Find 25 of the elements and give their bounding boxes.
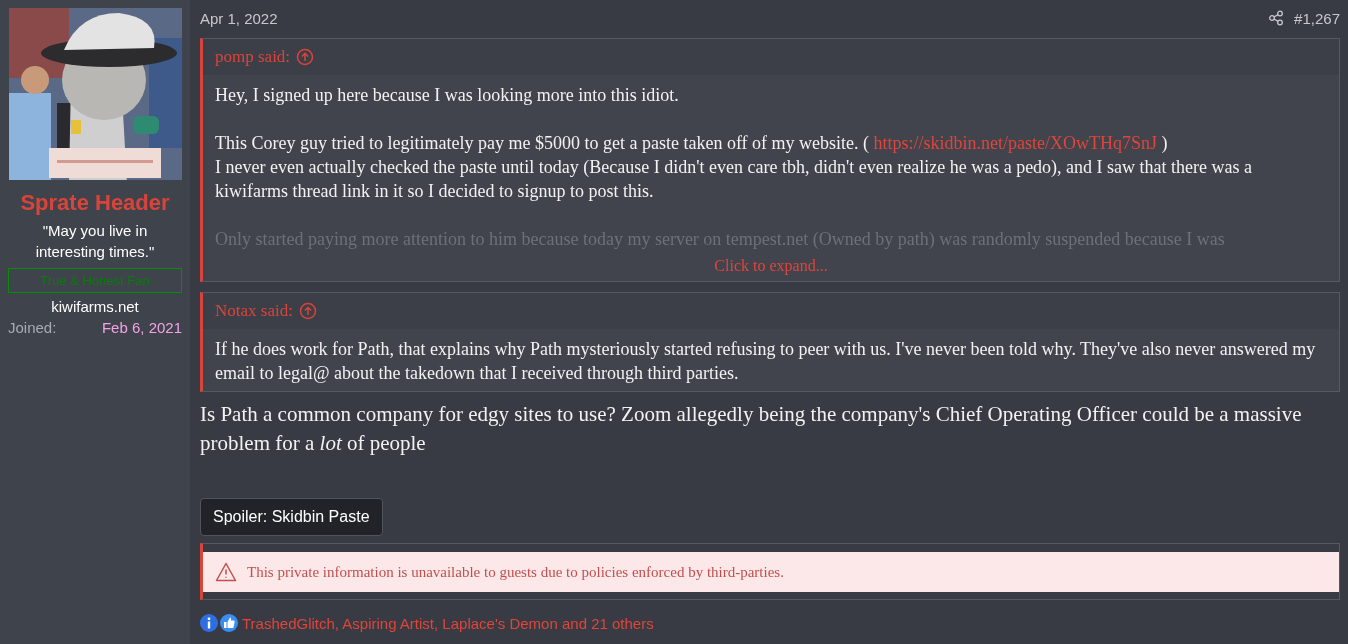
post-date[interactable]: Apr 1, 2022 (200, 9, 278, 27)
quote-text: If he does work for Path, that explains why Path mysteriously started refusing to peer with us. I've never been told why. They've also never answered my email to legal@ about the takedown that I received through third parties. (215, 338, 1317, 385)
arrow-up-icon[interactable] (296, 48, 315, 66)
username[interactable]: Sprate Header (20, 190, 170, 216)
quote-text: Hey, I signed up here because I was looking more into this idiot. (215, 84, 680, 107)
expand-link[interactable]: Click to expand... (714, 257, 828, 274)
user-title: "May you live in interesting times." (34, 221, 156, 262)
user-site: kiwifarms.net (51, 298, 139, 315)
info-icon (200, 614, 218, 632)
spoiler-button[interactable]: Spoiler: Skidbin Paste (200, 498, 383, 536)
quote-text: This Corey guy tried to legitimately pay me $5000 to get a paste taken off of my website. ( https://skidbin.net/paste/XOwTHq7SnJ ) I never even actually checked the paste until today (Because I didn't even care tbh, didn't even realize he was a pedo), and I saw that there was a kiwifarms thread link in it so I decided to signup to post this. (215, 132, 1254, 203)
reactions-link[interactable]: TrashedGlitch, Aspiring Artist, Laplace's Demon and 21 others (242, 614, 654, 632)
share-icon[interactable] (1268, 10, 1285, 26)
joined-date: Feb 6, 2021 (101, 319, 182, 336)
user-banner: True & Honest Fan (8, 268, 182, 293)
link[interactable]: https://skidbin.net/paste/XOwTHq7SnJ (873, 133, 1157, 153)
warning-icon (215, 562, 237, 582)
thumbs-up-icon (220, 614, 238, 632)
post-text: Is Path a common company for edgy sites to use? Zoom allegedly being the company's Chief Operating Officer could be a massive problem for a lot of people (200, 401, 1303, 457)
arrow-up-icon[interactable] (298, 302, 317, 320)
joined-label: Joined: (8, 319, 57, 336)
notice-text: This private information is unavailable to guests due to policies enforced by third-parties. (247, 563, 784, 581)
post-number[interactable]: #1,267 (1294, 9, 1340, 27)
quote-author[interactable]: pomp said: (215, 47, 291, 67)
quote-author[interactable]: Notax said: (215, 301, 293, 321)
